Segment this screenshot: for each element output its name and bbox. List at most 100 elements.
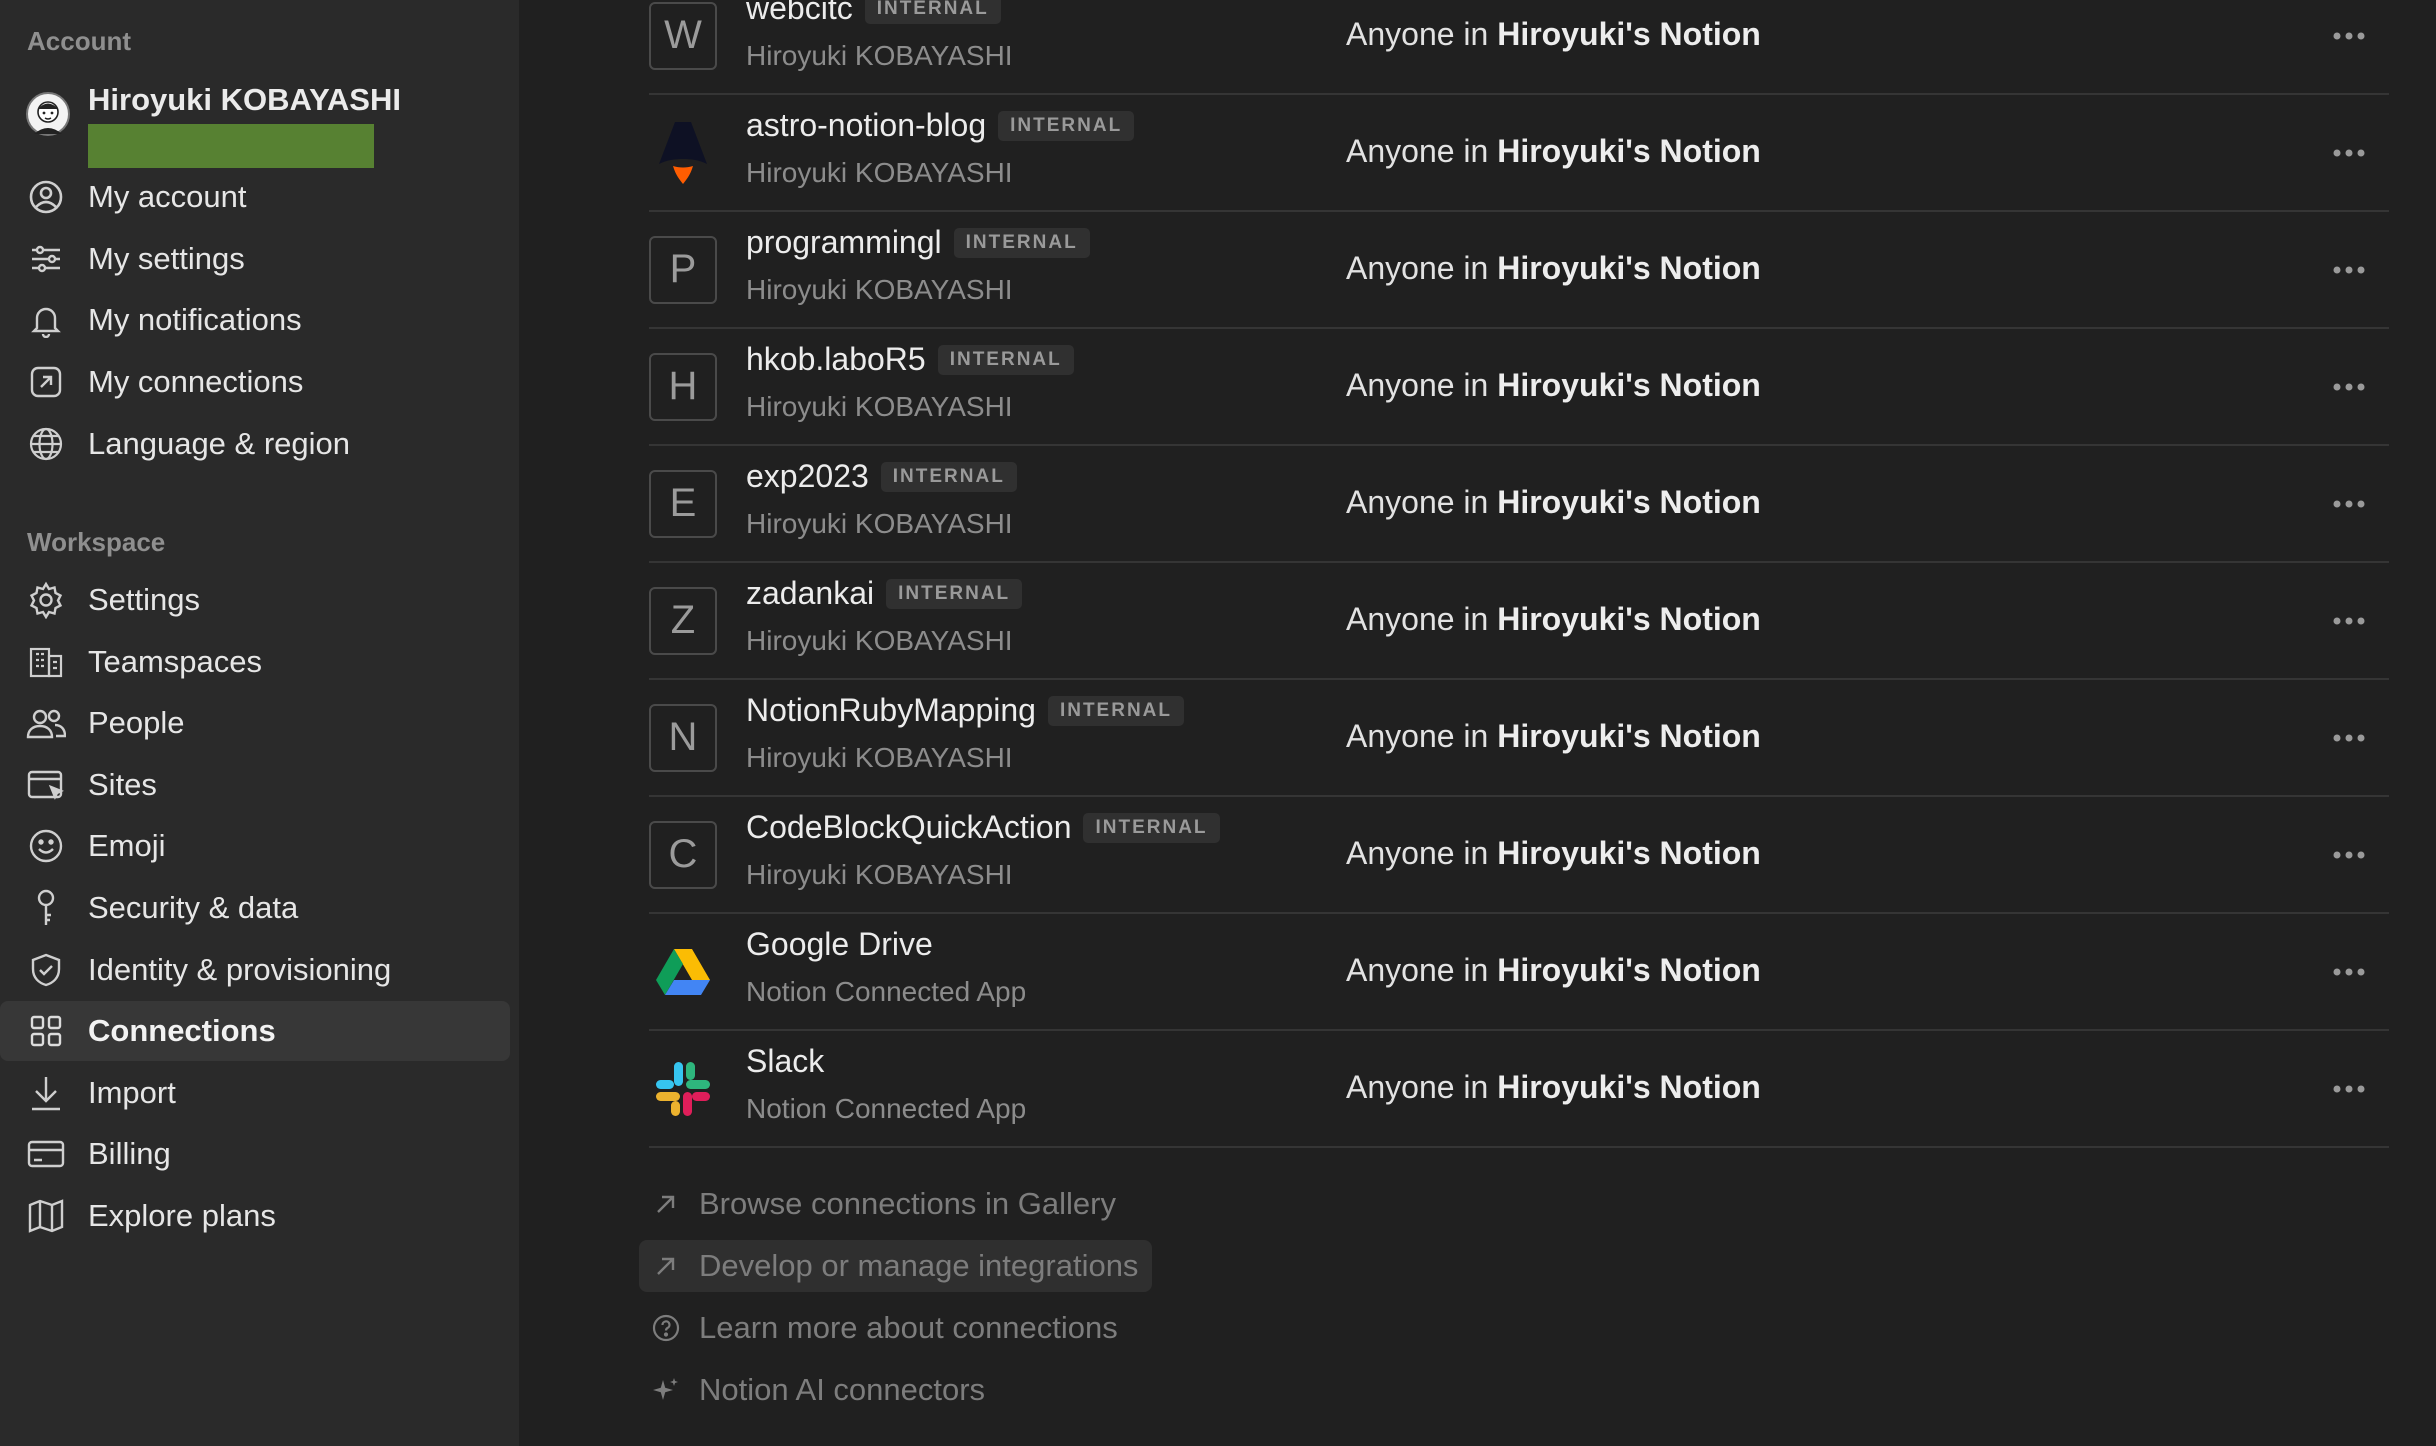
letter-logo-icon: H <box>649 352 717 421</box>
more-options-icon[interactable] <box>2325 1069 2373 1109</box>
settings-sidebar: Account Hiroyuki KOBAYASHI My account My… <box>0 0 519 1446</box>
settings-window: Account Hiroyuki KOBAYASHI My account My… <box>0 0 2436 1446</box>
sidebar-item-label: Import <box>88 1075 176 1110</box>
sidebar-item-label: My account <box>88 179 247 214</box>
key-icon <box>26 889 66 926</box>
connection-row-programmingl[interactable]: P programmingl INTERNAL Hiroyuki KOBAYAS… <box>649 212 2389 329</box>
sidebar-item-label: People <box>88 705 185 740</box>
footer-link-label: Browse connections in Gallery <box>699 1186 1116 1221</box>
connection-access: Anyone in Hiroyuki's Notion <box>1346 952 1761 989</box>
sidebar-item-my-connections[interactable]: My connections <box>0 352 510 412</box>
connection-row-exp2023[interactable]: E exp2023 INTERNAL Hiroyuki KOBAYASHI An… <box>649 446 2389 563</box>
workspace-heading: Workspace <box>27 527 166 557</box>
more-options-icon[interactable] <box>2325 250 2373 290</box>
connection-title: astro-notion-blog INTERNAL <box>746 107 1135 144</box>
sidebar-item-settings[interactable]: Settings <box>0 570 510 630</box>
connection-name: astro-notion-blog <box>746 107 987 143</box>
access-workspace: Hiroyuki's Notion <box>1497 366 1761 403</box>
connection-title: hkob.laboR5 INTERNAL <box>746 341 1074 378</box>
connection-row-astro-notion-blog[interactable]: astro-notion-blog INTERNAL Hiroyuki KOBA… <box>649 95 2389 212</box>
smiley-icon <box>26 828 66 864</box>
sidebar-item-security-data[interactable]: Security & data <box>0 878 510 938</box>
map-icon <box>26 1198 66 1234</box>
sparkle-icon <box>651 1375 681 1405</box>
connection-access: Anyone in Hiroyuki's Notion <box>1346 718 1761 755</box>
question-circle-icon <box>651 1313 681 1343</box>
letter-logo-icon: N <box>649 703 717 772</box>
sidebar-item-explore-plans[interactable]: Explore plans <box>0 1186 510 1246</box>
more-options-icon[interactable] <box>2325 601 2373 641</box>
sidebar-item-label: Sites <box>88 767 157 802</box>
sliders-icon <box>26 241 66 277</box>
more-options-icon[interactable] <box>2325 484 2373 524</box>
connection-row-codeblockquickaction[interactable]: C CodeBlockQuickAction INTERNAL Hiroyuki… <box>649 797 2389 914</box>
notion-ai-connectors-link[interactable]: Notion AI connectors <box>639 1364 999 1416</box>
connection-title: zadankai INTERNAL <box>746 575 1023 612</box>
avatar <box>26 92 70 136</box>
more-options-icon[interactable] <box>2325 367 2373 407</box>
more-options-icon[interactable] <box>2325 16 2373 56</box>
connection-name: Slack <box>746 1043 825 1079</box>
more-options-icon[interactable] <box>2325 718 2373 758</box>
connection-row-zadankai[interactable]: Z zadankai INTERNAL Hiroyuki KOBAYASHI A… <box>649 563 2389 680</box>
connection-title: programmingl INTERNAL <box>746 224 1090 261</box>
connection-access: Anyone in Hiroyuki's Notion <box>1346 250 1761 287</box>
credit-card-icon <box>26 1136 66 1172</box>
learn-more-link[interactable]: Learn more about connections <box>639 1302 1132 1354</box>
access-prefix: Anyone in <box>1346 717 1489 754</box>
connection-owner: Hiroyuki KOBAYASHI <box>746 742 1013 773</box>
sidebar-item-identity-provisioning[interactable]: Identity & provisioning <box>0 940 510 1000</box>
sidebar-item-label: Connections <box>88 1013 276 1048</box>
sidebar-item-billing[interactable]: Billing <box>0 1124 510 1184</box>
access-workspace: Hiroyuki's Notion <box>1497 249 1761 286</box>
more-options-icon[interactable] <box>2325 952 2373 992</box>
connection-title: exp2023 INTERNAL <box>746 458 1017 495</box>
sidebar-item-language-region[interactable]: Language & region <box>0 414 510 474</box>
browse-gallery-link[interactable]: Browse connections in Gallery <box>639 1178 1130 1230</box>
sidebar-item-sites[interactable]: Sites <box>0 755 510 815</box>
sidebar-item-my-account[interactable]: My account <box>0 167 510 227</box>
internal-badge: INTERNAL <box>953 227 1090 258</box>
more-options-icon[interactable] <box>2325 133 2373 173</box>
connection-owner: Hiroyuki KOBAYASHI <box>746 859 1013 890</box>
access-workspace: Hiroyuki's Notion <box>1497 951 1761 988</box>
access-prefix: Anyone in <box>1346 366 1489 403</box>
slack-logo-icon <box>649 1055 717 1123</box>
sidebar-item-import[interactable]: Import <box>0 1063 510 1123</box>
footer-link-label: Notion AI connectors <box>699 1372 986 1407</box>
user-name: Hiroyuki KOBAYASHI <box>88 82 401 117</box>
connection-access: Anyone in Hiroyuki's Notion <box>1346 835 1761 872</box>
connection-access: Anyone in Hiroyuki's Notion <box>1346 484 1761 521</box>
develop-integrations-link[interactable]: Develop or manage integrations <box>639 1240 1153 1292</box>
connection-owner: Hiroyuki KOBAYASHI <box>746 40 1013 71</box>
sidebar-item-people[interactable]: People <box>0 693 510 753</box>
connection-row-google-drive[interactable]: Google Drive Notion Connected App Anyone… <box>649 914 2389 1031</box>
footer-link-label: Learn more about connections <box>699 1310 1118 1345</box>
connection-owner: Hiroyuki KOBAYASHI <box>746 274 1013 305</box>
connection-row-notionrubymapping[interactable]: N NotionRubyMapping INTERNAL Hiroyuki KO… <box>649 680 2389 797</box>
sidebar-item-label: Billing <box>88 1136 171 1171</box>
letter-logo-icon: W <box>649 1 717 70</box>
letter-logo-icon: Z <box>649 586 717 655</box>
connection-access: Anyone in Hiroyuki's Notion <box>1346 133 1761 170</box>
access-prefix: Anyone in <box>1346 132 1489 169</box>
connection-access: Anyone in Hiroyuki's Notion <box>1346 16 1761 53</box>
access-workspace: Hiroyuki's Notion <box>1497 834 1761 871</box>
more-options-icon[interactable] <box>2325 835 2373 875</box>
connections-panel: W webcitc INTERNAL Hiroyuki KOBAYASHI An… <box>519 0 2436 1446</box>
connection-row-webcitc[interactable]: W webcitc INTERNAL Hiroyuki KOBAYASHI An… <box>649 0 2389 95</box>
people-icon <box>26 705 66 741</box>
sidebar-item-connections[interactable]: Connections <box>0 1001 510 1061</box>
connection-row-hkob-labor5[interactable]: H hkob.laboR5 INTERNAL Hiroyuki KOBAYASH… <box>649 329 2389 446</box>
connection-name: programmingl <box>746 224 942 260</box>
sidebar-item-label: Emoji <box>88 828 166 863</box>
sidebar-item-my-notifications[interactable]: My notifications <box>0 290 510 350</box>
internal-badge: INTERNAL <box>1083 812 1220 843</box>
connection-title: CodeBlockQuickAction INTERNAL <box>746 809 1220 846</box>
sidebar-item-my-settings[interactable]: My settings <box>0 229 510 289</box>
access-prefix: Anyone in <box>1346 483 1489 520</box>
sidebar-item-teamspaces[interactable]: Teamspaces <box>0 632 510 692</box>
connection-row-slack[interactable]: Slack Notion Connected App Anyone in Hir… <box>649 1031 2389 1148</box>
sidebar-item-emoji[interactable]: Emoji <box>0 816 510 876</box>
internal-badge: INTERNAL <box>998 110 1135 141</box>
